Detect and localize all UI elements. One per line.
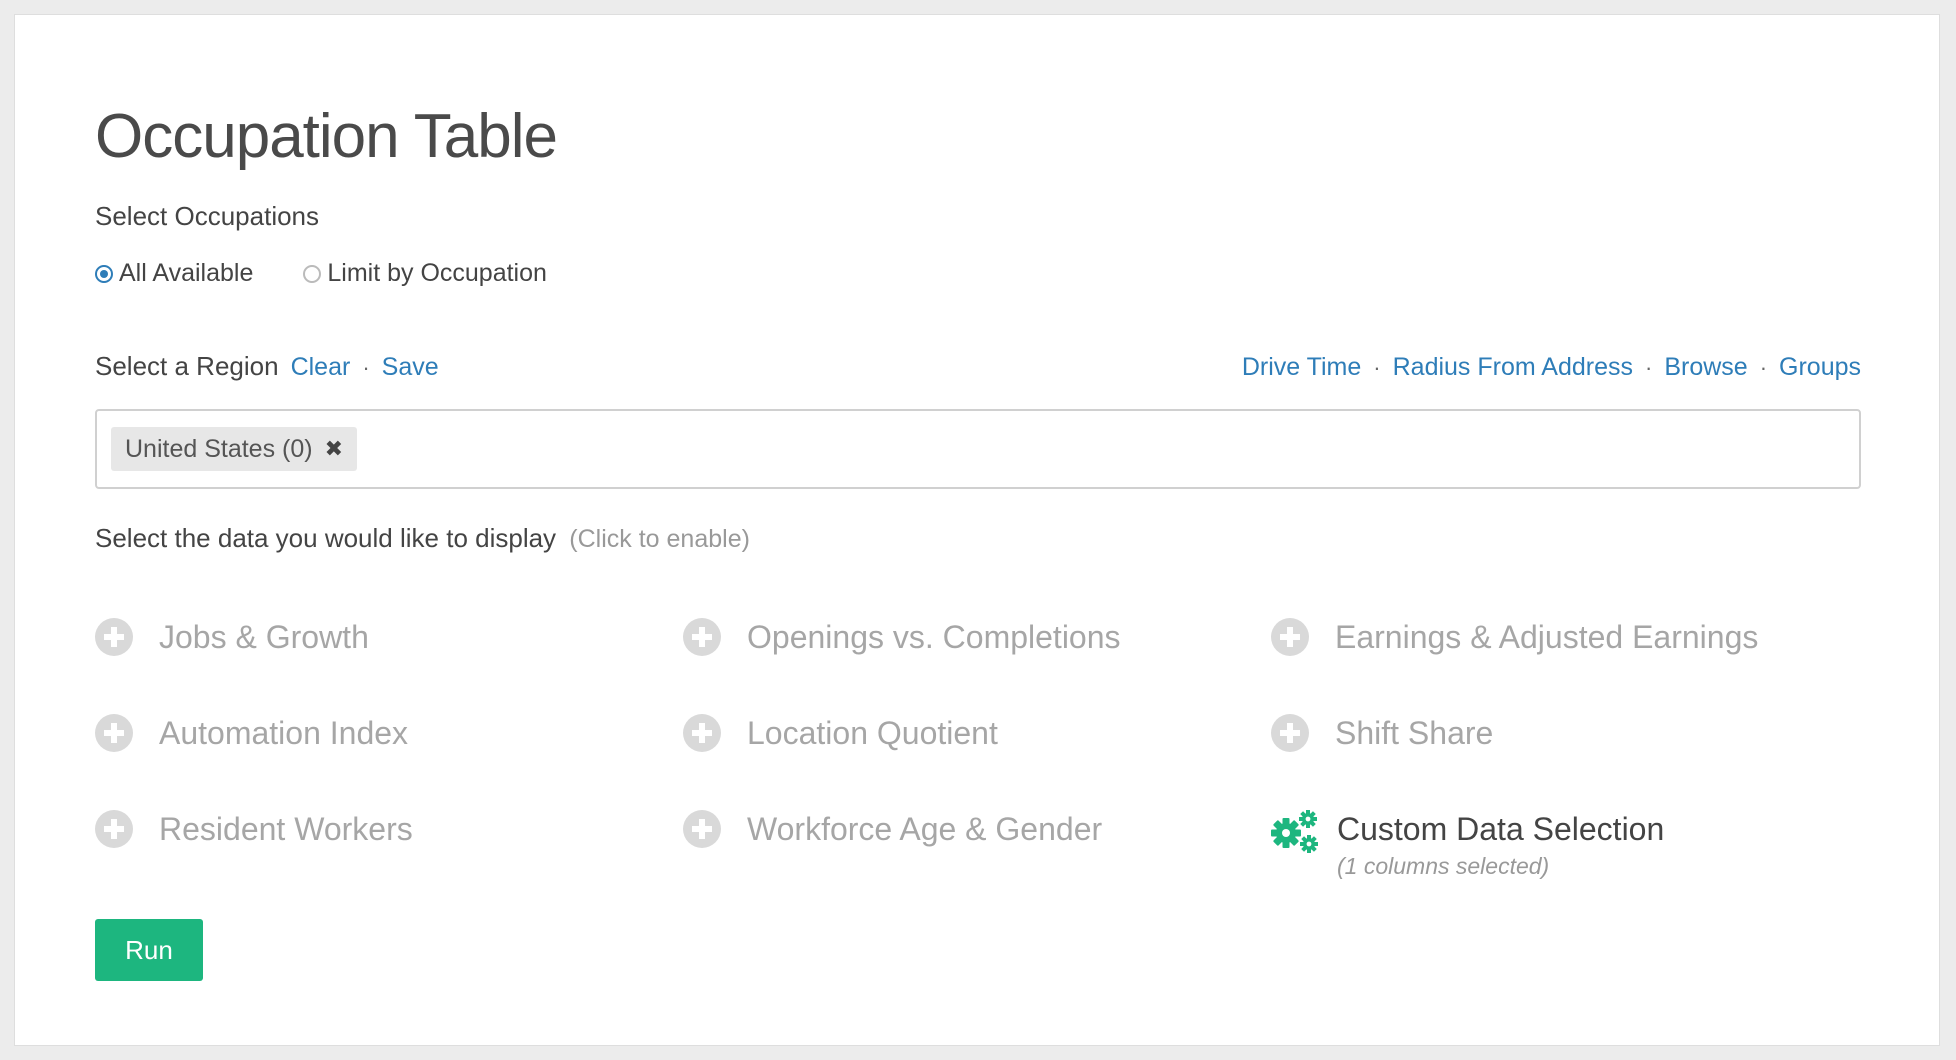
separator-dot: · [1644, 355, 1653, 380]
select-occupations-label: Select Occupations [95, 201, 320, 231]
option-openings-vs-completions[interactable]: Openings vs. Completions [683, 617, 1121, 657]
radio-checked-icon[interactable] [95, 264, 113, 283]
plus-circle-icon [683, 618, 721, 656]
browse-link[interactable]: Browse [1664, 353, 1747, 382]
plus-circle-icon [1271, 714, 1309, 752]
drive-time-link[interactable]: Drive Time [1242, 353, 1361, 382]
option-label: Jobs & Growth [159, 619, 369, 655]
plus-circle-icon [95, 810, 133, 848]
option-jobs-growth[interactable]: Jobs & Growth [95, 617, 369, 657]
plus-circle-icon [1271, 618, 1309, 656]
option-shift-share[interactable]: Shift Share [1271, 713, 1493, 753]
plus-circle-icon [95, 714, 133, 752]
gears-icon [1271, 810, 1318, 853]
region-chip-label: United States (0) [125, 434, 313, 463]
groups-link[interactable]: Groups [1779, 353, 1861, 382]
region-header-row: Select a Region Clear · Save Drive Time … [95, 351, 1861, 382]
radio-limit-by-occupation-label: Limit by Occupation [327, 259, 547, 287]
radio-all-available-label: All Available [119, 259, 254, 287]
separator-dot: · [1373, 355, 1381, 380]
option-earnings-adjusted-earnings[interactable]: Earnings & Adjusted Earnings [1271, 617, 1758, 657]
region-header-left: Select a Region Clear · Save [95, 351, 439, 382]
occupation-radio-group: All Available Limit by Occupation [95, 259, 597, 288]
radio-unchecked-icon[interactable] [303, 264, 322, 283]
plus-circle-icon [683, 714, 721, 752]
option-label: Earnings & Adjusted Earnings [1335, 619, 1759, 655]
run-button[interactable]: Run [95, 919, 203, 981]
option-automation-index[interactable]: Automation Index [95, 713, 408, 753]
option-resident-workers[interactable]: Resident Workers [95, 809, 413, 849]
page-title: Occupation Table [95, 102, 558, 171]
separator-dot: · [1759, 355, 1768, 380]
display-data-hint: (Click to enable) [569, 525, 750, 553]
option-location-quotient[interactable]: Location Quotient [683, 713, 998, 753]
option-label: Resident Workers [159, 811, 413, 847]
radius-from-address-link[interactable]: Radius From Address [1393, 353, 1633, 382]
select-region-label: Select a Region [95, 351, 279, 381]
plus-circle-icon [683, 810, 721, 848]
option-custom-data-selection[interactable]: Custom Data Selection (1 columns selecte… [1271, 809, 1664, 880]
option-workforce-age-gender[interactable]: Workforce Age & Gender [683, 809, 1102, 849]
option-label: Custom Data Selection [1337, 811, 1665, 847]
main-card: Occupation Table Select Occupations All … [14, 14, 1940, 1046]
region-chip: United States (0) ✖ [111, 427, 358, 471]
region-header-right: Drive Time · Radius From Address · Brows… [1242, 353, 1861, 382]
custom-columns-count: (1 columns selected) [1337, 853, 1550, 879]
save-region-link[interactable]: Save [382, 353, 439, 382]
radio-all-available[interactable]: All Available [95, 259, 253, 288]
option-label: Shift Share [1335, 715, 1494, 751]
display-data-label: Select the data you would like to displa… [95, 523, 557, 553]
close-icon[interactable]: ✖ [325, 438, 343, 460]
separator-dot: · [362, 355, 370, 380]
option-label: Location Quotient [747, 715, 998, 751]
option-label: Automation Index [159, 715, 409, 751]
option-label: Workforce Age & Gender [747, 811, 1103, 847]
display-data-heading: Select the data you would like to displa… [95, 523, 750, 554]
radio-limit-by-occupation[interactable]: Limit by Occupation [303, 259, 547, 288]
region-input-box[interactable]: United States (0) ✖ [95, 409, 1861, 489]
option-label: Openings vs. Completions [747, 619, 1121, 655]
plus-circle-icon [95, 618, 133, 656]
custom-data-text: Custom Data Selection (1 columns selecte… [1319, 809, 1664, 880]
clear-region-link[interactable]: Clear [291, 353, 351, 382]
